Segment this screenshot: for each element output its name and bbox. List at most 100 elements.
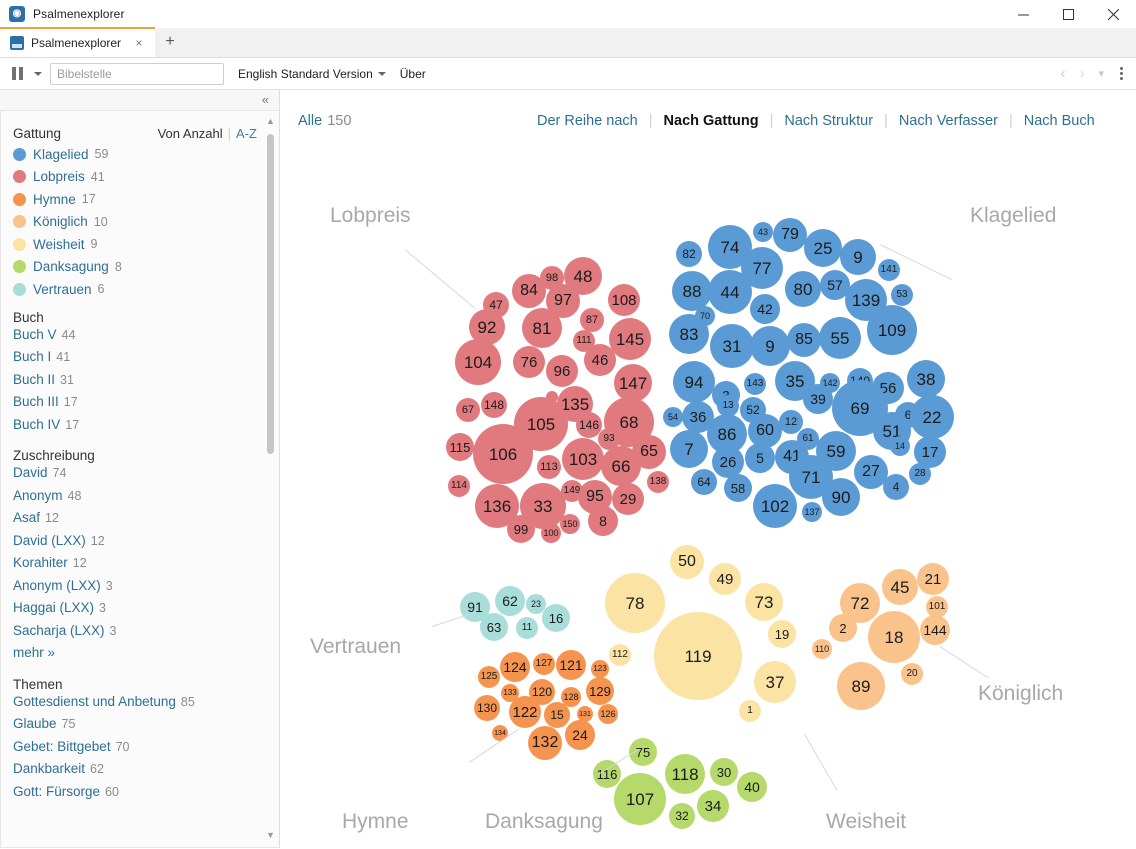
psalm-bubble[interactable]: 147: [614, 364, 652, 402]
psalm-bubble[interactable]: 82: [676, 241, 702, 267]
sidebar-item-gottesdienst-und-anbetung[interactable]: Gottesdienst und Anbetung 85: [13, 694, 279, 717]
psalm-bubble[interactable]: 81: [522, 308, 562, 348]
psalm-bubble[interactable]: 16: [542, 604, 570, 632]
psalm-bubble[interactable]: 125: [478, 666, 500, 688]
psalm-bubble[interactable]: 15: [544, 702, 570, 728]
psalm-bubble[interactable]: 123: [591, 660, 609, 678]
view-tab-nach-gattung[interactable]: Nach Gattung: [653, 113, 770, 129]
psalm-bubble[interactable]: 63: [480, 613, 508, 641]
psalm-bubble[interactable]: 141: [878, 259, 900, 281]
psalm-bubble[interactable]: 34: [697, 790, 729, 822]
psalm-bubble[interactable]: 53: [891, 284, 913, 306]
bible-reference-input[interactable]: Bibelstelle: [50, 62, 224, 85]
psalm-bubble[interactable]: 22: [910, 395, 954, 439]
sidebar-item-haggai-lxx[interactable]: Haggai (LXX) 3: [13, 600, 279, 623]
all-filter[interactable]: Alle 150: [298, 113, 351, 129]
psalm-bubble[interactable]: 9: [840, 239, 876, 275]
psalm-bubble[interactable]: 44: [708, 270, 752, 314]
psalm-bubble[interactable]: 80: [785, 271, 821, 307]
psalm-bubble[interactable]: 87: [580, 308, 604, 332]
psalm-bubble[interactable]: 7: [670, 430, 708, 468]
sidebar-item-mehr[interactable]: mehr »: [13, 645, 279, 668]
genre-filter-danksagung[interactable]: Danksagung 8: [13, 256, 279, 279]
psalm-bubble[interactable]: 104: [455, 339, 501, 385]
psalm-bubble[interactable]: 54: [663, 407, 683, 427]
pause-dropdown-caret-icon[interactable]: [34, 71, 42, 76]
psalm-bubble[interactable]: 55: [819, 317, 861, 359]
psalm-bubble[interactable]: 85: [787, 323, 821, 357]
sidebar-item-gott-f-rsorge[interactable]: Gott: Fürsorge 60: [13, 784, 279, 807]
psalm-bubble[interactable]: 108: [608, 284, 640, 316]
psalm-bubble[interactable]: 138: [647, 471, 669, 493]
scroll-up-icon[interactable]: ▲: [266, 116, 275, 126]
psalm-bubble[interactable]: 94: [673, 361, 715, 403]
psalm-bubble[interactable]: 42: [750, 294, 780, 324]
forward-icon[interactable]: ›: [1074, 65, 1089, 82]
psalm-bubble[interactable]: 118: [665, 754, 705, 794]
psalm-bubble[interactable]: 5: [745, 443, 775, 473]
psalm-bubble[interactable]: 62: [495, 586, 525, 616]
psalm-bubble[interactable]: 19: [768, 620, 796, 648]
psalm-bubble[interactable]: 8: [588, 506, 618, 536]
psalm-bubble[interactable]: 65: [632, 435, 666, 469]
psalm-bubble[interactable]: 37: [754, 661, 796, 703]
sidebar-item-buch-iii[interactable]: Buch III 17: [13, 394, 279, 417]
psalm-bubble[interactable]: 122: [509, 696, 541, 728]
sidebar-item-anonym-lxx[interactable]: Anonym (LXX) 3: [13, 578, 279, 601]
psalm-bubble[interactable]: 20: [901, 663, 923, 685]
psalm-bubble[interactable]: 24: [565, 720, 595, 750]
psalm-bubble[interactable]: 88: [672, 271, 712, 311]
genre-filter-k-niglich[interactable]: Königlich 10: [13, 211, 279, 234]
psalm-bubble[interactable]: 113: [537, 455, 561, 479]
psalm-bubble[interactable]: 145: [609, 318, 651, 360]
maximize-icon[interactable]: [1046, 0, 1091, 28]
psalm-bubble[interactable]: 11: [516, 617, 538, 639]
about-link[interactable]: Über: [400, 67, 426, 81]
sidebar-item-glaube[interactable]: Glaube 75: [13, 716, 279, 739]
psalm-bubble[interactable]: 119: [654, 612, 742, 700]
psalm-bubble[interactable]: 73: [745, 583, 783, 621]
psalm-bubble[interactable]: 109: [867, 305, 917, 355]
psalm-bubble[interactable]: 49: [709, 563, 741, 595]
psalm-bubble[interactable]: 64: [691, 469, 717, 495]
psalm-bubble[interactable]: 134: [492, 725, 508, 741]
sort-by-count[interactable]: Von Anzahl: [158, 126, 223, 141]
psalm-bubble[interactable]: 1: [739, 700, 761, 722]
psalm-bubble[interactable]: 25: [804, 229, 842, 267]
sidebar-item-gebet-bittgebet[interactable]: Gebet: Bittgebet 70: [13, 739, 279, 762]
psalm-bubble[interactable]: 2: [829, 614, 857, 642]
browser-tab[interactable]: Psalmenexplorer ×: [0, 27, 156, 57]
psalm-bubble[interactable]: 18: [868, 611, 920, 663]
psalm-bubble[interactable]: 43: [753, 222, 773, 242]
close-icon[interactable]: [1091, 0, 1136, 28]
scroll-down-icon[interactable]: ▼: [266, 830, 275, 840]
psalm-bubble[interactable]: 89: [837, 662, 885, 710]
sidebar-scrollbar[interactable]: ▲ ▼: [265, 116, 276, 840]
psalm-bubble[interactable]: 121: [556, 650, 586, 680]
sidebar-item-dankbarkeit[interactable]: Dankbarkeit 62: [13, 761, 279, 784]
sidebar-item-david[interactable]: David 74: [13, 465, 279, 488]
psalm-bubble[interactable]: 46: [584, 344, 616, 376]
psalm-bubble[interactable]: 137: [802, 502, 822, 522]
view-tab-nach-buch[interactable]: Nach Buch: [1013, 113, 1106, 129]
history-caret-icon[interactable]: ▾: [1093, 67, 1109, 80]
bible-version-selector[interactable]: English Standard Version: [238, 67, 386, 81]
psalm-bubble[interactable]: 99: [507, 515, 535, 543]
psalm-bubble[interactable]: 84: [512, 274, 546, 308]
collapse-sidebar-icon[interactable]: «: [262, 92, 269, 107]
minimize-icon[interactable]: [1001, 0, 1046, 28]
sidebar-item-buch-v[interactable]: Buch V 44: [13, 327, 279, 350]
psalm-bubble[interactable]: 132: [528, 726, 562, 760]
sidebar-item-david-lxx[interactable]: David (LXX) 12: [13, 533, 279, 556]
genre-filter-lobpreis[interactable]: Lobpreis 41: [13, 166, 279, 189]
psalm-bubble[interactable]: 127: [533, 653, 555, 675]
psalm-bubble[interactable]: 150: [560, 514, 580, 534]
psalm-bubble[interactable]: 78: [605, 573, 665, 633]
psalm-bubble[interactable]: 4: [883, 474, 909, 500]
genre-filter-vertrauen[interactable]: Vertrauen 6: [13, 278, 279, 301]
back-icon[interactable]: ‹: [1055, 65, 1070, 82]
sidebar-item-buch-iv[interactable]: Buch IV 17: [13, 417, 279, 440]
psalm-bubble[interactable]: 112: [609, 644, 631, 666]
psalm-bubble[interactable]: 21: [917, 563, 949, 595]
psalm-bubble[interactable]: 90: [822, 478, 860, 516]
